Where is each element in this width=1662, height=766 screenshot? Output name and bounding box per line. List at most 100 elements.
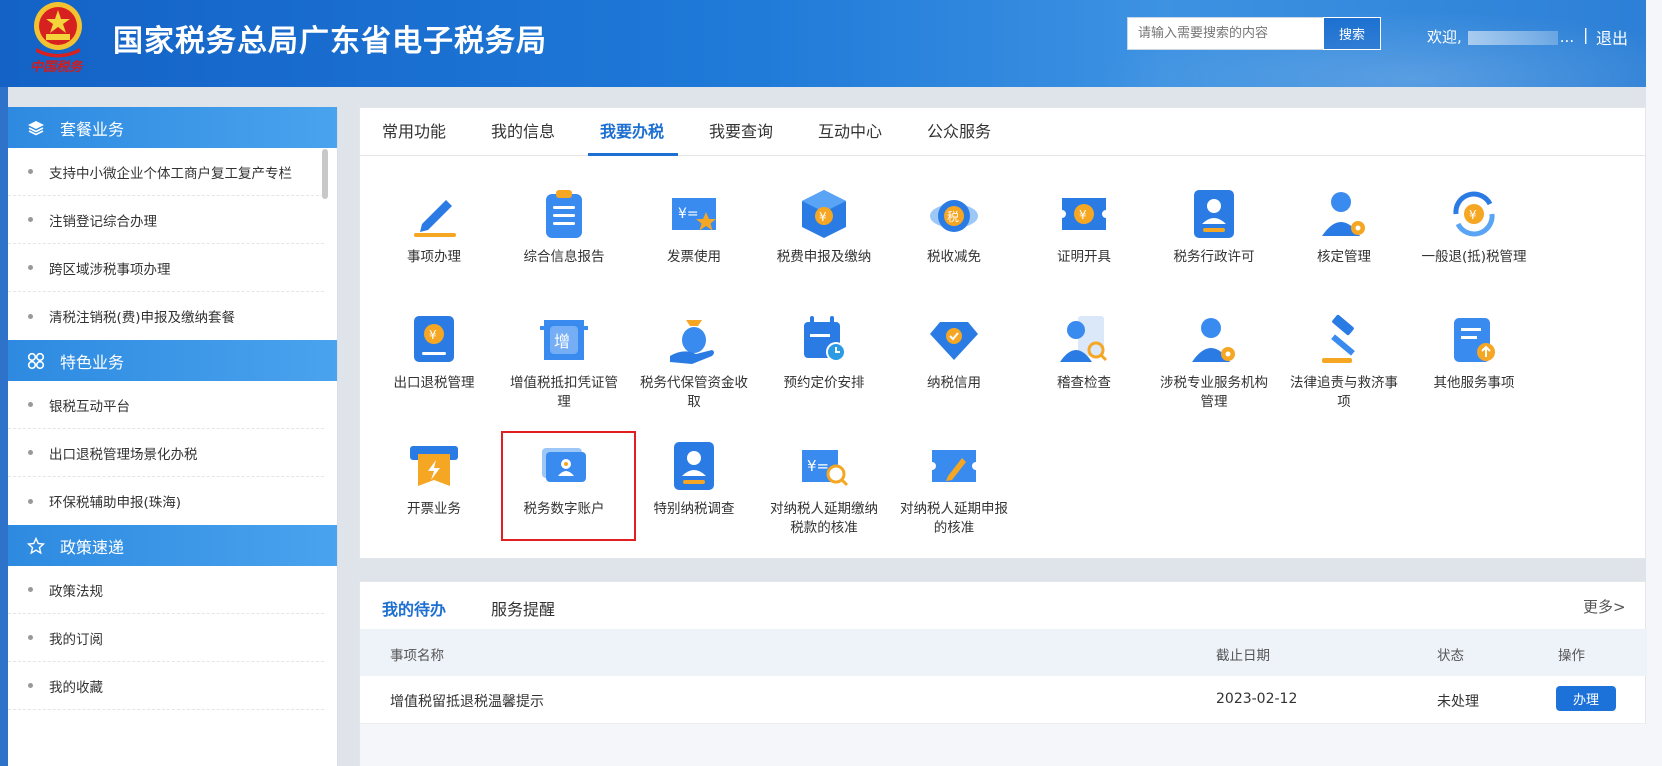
function-label: 开票业务 bbox=[407, 501, 461, 517]
search-input[interactable] bbox=[1127, 17, 1323, 50]
yuan-search-icon: ¥= bbox=[802, 450, 849, 487]
column-header-name: 事项名称 bbox=[390, 648, 444, 664]
function-item[interactable]: 综合信息报告 bbox=[504, 186, 624, 267]
sidebar-item-label: 跨区域涉税事项办理 bbox=[49, 261, 171, 278]
function-label: 税务行政许可 bbox=[1173, 249, 1255, 265]
function-item[interactable]: 其他服务事项 bbox=[1414, 312, 1534, 393]
function-label: 税费申报及缴纳 bbox=[776, 249, 872, 265]
function-item[interactable]: 税务行政许可 bbox=[1154, 186, 1274, 267]
function-item[interactable]: 税 税收减免 bbox=[894, 186, 1014, 267]
function-item[interactable]: ¥ 税费申报及缴纳 bbox=[764, 186, 884, 267]
sidebar-item[interactable]: 我的订阅 bbox=[8, 614, 324, 662]
function-item[interactable]: 对纳税人延期申报的核准 bbox=[894, 438, 1014, 538]
function-label: 核定管理 bbox=[1317, 249, 1371, 265]
bolt-ticket-icon bbox=[410, 446, 458, 486]
sidebar-item[interactable]: 我的收藏 bbox=[8, 662, 324, 710]
sidebar-item-label: 环保税辅助申报(珠海) bbox=[49, 495, 182, 511]
book-yuan-icon: ¥ bbox=[414, 316, 454, 362]
tab-my-todo[interactable]: 我的待办 bbox=[382, 596, 446, 620]
bullet-dot bbox=[28, 498, 33, 504]
tab-public-service[interactable]: 公众服务 bbox=[927, 108, 991, 156]
sidebar-item[interactable]: 注销登记综合办理 bbox=[8, 196, 324, 244]
logout-link[interactable]: 退出 bbox=[1596, 25, 1628, 49]
apps-icon bbox=[26, 351, 46, 371]
function-item[interactable]: 核定管理 bbox=[1284, 186, 1404, 267]
layers-icon bbox=[26, 118, 46, 138]
sidebar-item-label: 我的收藏 bbox=[49, 679, 103, 696]
todo-item-name[interactable]: 增值税留抵退税温馨提示 bbox=[390, 691, 544, 711]
bullet-dot bbox=[28, 635, 33, 640]
sidebar-section-package[interactable]: 套餐业务 bbox=[8, 107, 338, 148]
sidebar-section-featured[interactable]: 特色业务 bbox=[8, 340, 338, 381]
tab-query[interactable]: 我要查询 bbox=[709, 108, 773, 156]
function-panel: 常用功能 我的信息 我要办税 我要查询 互动中心 公众服务 事项办理 综合信息报… bbox=[359, 107, 1646, 559]
sidebar-section-policy[interactable]: 政策速递 bbox=[8, 525, 338, 566]
function-label: 一般退(抵)税管理 bbox=[1421, 249, 1527, 265]
ticket-yuan-icon: ¥ bbox=[1062, 198, 1106, 230]
active-tab-indicator bbox=[588, 153, 678, 156]
sidebar-divider bbox=[337, 107, 338, 766]
bullet-dot bbox=[28, 313, 33, 319]
function-item[interactable]: 特别纳税调查 bbox=[634, 438, 754, 519]
column-header-action: 操作 bbox=[1558, 648, 1585, 664]
function-item[interactable]: 开票业务 bbox=[374, 438, 494, 519]
function-item[interactable]: 纳税信用 bbox=[894, 312, 1014, 393]
function-label: 证明开具 bbox=[1057, 249, 1111, 265]
sidebar-item[interactable]: 跨区域涉税事项办理 bbox=[8, 244, 324, 292]
function-item[interactable]: ¥= 发票使用 bbox=[634, 186, 754, 267]
function-label: 增值税抵扣凭证管理 bbox=[510, 375, 618, 410]
sidebar-item[interactable]: 清税注销税(费)申报及缴纳套餐 bbox=[8, 292, 324, 340]
sidebar-section-title: 特色业务 bbox=[60, 352, 125, 372]
bullet-dot bbox=[28, 265, 33, 270]
svg-text:¥: ¥ bbox=[429, 328, 437, 342]
function-item[interactable]: 法律追责与救济事项 bbox=[1284, 312, 1404, 412]
more-link[interactable]: 更多> bbox=[1583, 596, 1626, 617]
sidebar-item-label: 我的订阅 bbox=[49, 631, 103, 648]
function-item[interactable]: 事项办理 bbox=[374, 186, 494, 267]
background-window-edge bbox=[0, 87, 8, 766]
sidebar-item[interactable]: 环保税辅助申报(珠海) bbox=[8, 477, 324, 525]
sidebar-item[interactable]: 银税互动平台 bbox=[8, 381, 324, 429]
tab-interaction[interactable]: 互动中心 bbox=[818, 108, 882, 156]
function-item[interactable]: 税务代保管资金收取 bbox=[634, 312, 754, 412]
sidebar-item[interactable]: 政策法规 bbox=[8, 566, 324, 614]
function-item[interactable]: ¥ 证明开具 bbox=[1024, 186, 1144, 267]
handle-button[interactable]: 办理 bbox=[1556, 686, 1616, 711]
function-item[interactable]: 涉税专业服务机构管理 bbox=[1154, 312, 1274, 412]
function-item[interactable]: ¥ 一般退(抵)税管理 bbox=[1414, 186, 1534, 267]
sidebar-item[interactable]: 支持中小微企业个体工商户复工复产专栏 bbox=[8, 148, 324, 196]
bullet-dot bbox=[28, 683, 33, 688]
highlight-box bbox=[501, 431, 636, 541]
doc-upload-icon bbox=[1454, 318, 1495, 362]
table-row: 增值税留抵退税温馨提示 2023-02-12 未处理 办理 bbox=[360, 676, 1647, 724]
function-label: 综合信息报告 bbox=[523, 249, 605, 265]
site-title: 国家税务总局广东省电子税务局 bbox=[113, 24, 547, 59]
tab-service-reminder[interactable]: 服务提醒 bbox=[491, 596, 555, 620]
tab-common[interactable]: 常用功能 bbox=[382, 108, 446, 156]
sidebar-item[interactable]: 出口退税管理场景化办税 bbox=[8, 429, 324, 477]
function-label: 税收减免 bbox=[927, 249, 981, 265]
function-item[interactable]: 稽查检查 bbox=[1024, 312, 1144, 393]
sidebar: 套餐业务 支持中小微企业个体工商户复工复产专栏 注销登记综合办理 跨区域涉税事项… bbox=[8, 107, 338, 766]
svg-text:¥: ¥ bbox=[1469, 208, 1477, 222]
logo-script: 中国税务 bbox=[30, 60, 83, 75]
money-bag-hand-icon bbox=[670, 320, 714, 364]
search-button[interactable]: 搜索 bbox=[1323, 17, 1381, 50]
clipboard-icon bbox=[546, 190, 582, 238]
sidebar-scrollbar[interactable] bbox=[322, 149, 328, 199]
function-item[interactable]: 增 增值税抵扣凭证管理 bbox=[504, 312, 624, 412]
sidebar-item-label: 注销登记综合办理 bbox=[49, 213, 157, 230]
main-tabs: 常用功能 我的信息 我要办税 我要查询 互动中心 公众服务 bbox=[360, 108, 1645, 156]
function-item[interactable]: ¥= 对纳税人延期缴纳税款的核准 bbox=[764, 438, 884, 538]
star-icon bbox=[26, 536, 46, 556]
tab-tax-handling[interactable]: 我要办税 bbox=[600, 108, 664, 156]
function-item[interactable]: ¥ 出口退税管理 bbox=[374, 312, 494, 393]
pen-icon bbox=[414, 200, 456, 237]
function-label: 特别纳税调查 bbox=[653, 501, 735, 517]
function-label: 稽查检查 bbox=[1057, 375, 1111, 391]
function-item[interactable]: 预约定价安排 bbox=[764, 312, 884, 393]
tab-my-info[interactable]: 我的信息 bbox=[491, 108, 555, 156]
function-label: 税务代保管资金收取 bbox=[640, 375, 748, 410]
svg-text:¥=: ¥= bbox=[678, 206, 699, 222]
inspector-search-icon bbox=[1060, 316, 1108, 362]
